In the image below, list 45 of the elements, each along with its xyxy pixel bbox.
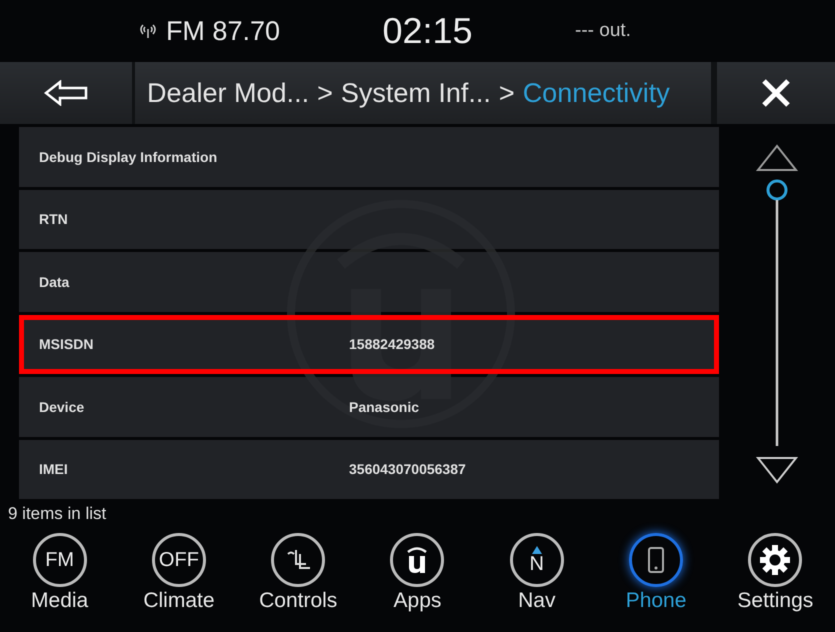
row-label: RTN	[39, 211, 69, 228]
row-value: 15882429388	[349, 336, 436, 352]
nav-button[interactable]: Phone	[596, 529, 716, 632]
scroll-up-icon[interactable]	[756, 144, 798, 172]
badge-icon: FM	[32, 533, 87, 587]
scroll-down-icon[interactable]	[756, 456, 798, 484]
row-value: Panasonic	[349, 398, 420, 415]
row-label: Data	[39, 274, 70, 290]
breadcrumb-separator: >	[498, 78, 515, 108]
nav-button[interactable]: N Nav	[477, 529, 596, 632]
list-row[interactable]: Debug Display Information	[19, 127, 719, 186]
row-label: MSISDN	[39, 336, 94, 352]
antenna-icon	[140, 23, 156, 39]
settings-icon	[748, 533, 802, 587]
row-label: Device	[39, 398, 86, 415]
seat-icon	[271, 533, 326, 587]
list-row[interactable]: Data	[19, 252, 719, 312]
back-button[interactable]	[0, 62, 132, 124]
row-label: IMEI	[39, 461, 69, 478]
nav-button[interactable]: OFF Climate	[119, 529, 239, 632]
list-row[interactable]: MSISDN 15882429388	[19, 314, 719, 374]
breadcrumb-item: Connectivity	[522, 78, 670, 108]
back-arrow-icon	[44, 80, 88, 106]
item-count: 9 items in list	[8, 504, 106, 524]
list-row[interactable]: RTN	[19, 190, 719, 249]
breadcrumb-item[interactable]: System Inf...	[340, 78, 491, 108]
nav-button[interactable]: Settings	[716, 529, 835, 632]
list-row[interactable]: IMEI 356043070056387	[19, 440, 719, 499]
outside-temperature: --- out.	[575, 20, 632, 42]
list-row[interactable]: Device Panasonic	[19, 377, 719, 436]
scrollbar[interactable]	[765, 178, 789, 448]
uconnect-icon	[390, 533, 444, 587]
row-value: 356043070056387	[349, 461, 467, 478]
badge-icon: OFF	[152, 533, 206, 587]
nav-button[interactable]: FM Media	[0, 529, 120, 632]
row-label: Debug Display Information	[39, 148, 218, 165]
nav-button[interactable]: Apps	[358, 529, 478, 632]
breadcrumb-item[interactable]: Dealer Mod...	[147, 78, 310, 108]
radio-station: FM 87.70	[166, 16, 280, 46]
close-button[interactable]	[717, 62, 835, 124]
compass-icon: N	[510, 533, 564, 587]
nav-button[interactable]: Controls	[238, 529, 358, 632]
clock: 02:15	[382, 10, 473, 52]
close-icon	[761, 78, 791, 108]
breadcrumb-separator: >	[317, 78, 333, 108]
